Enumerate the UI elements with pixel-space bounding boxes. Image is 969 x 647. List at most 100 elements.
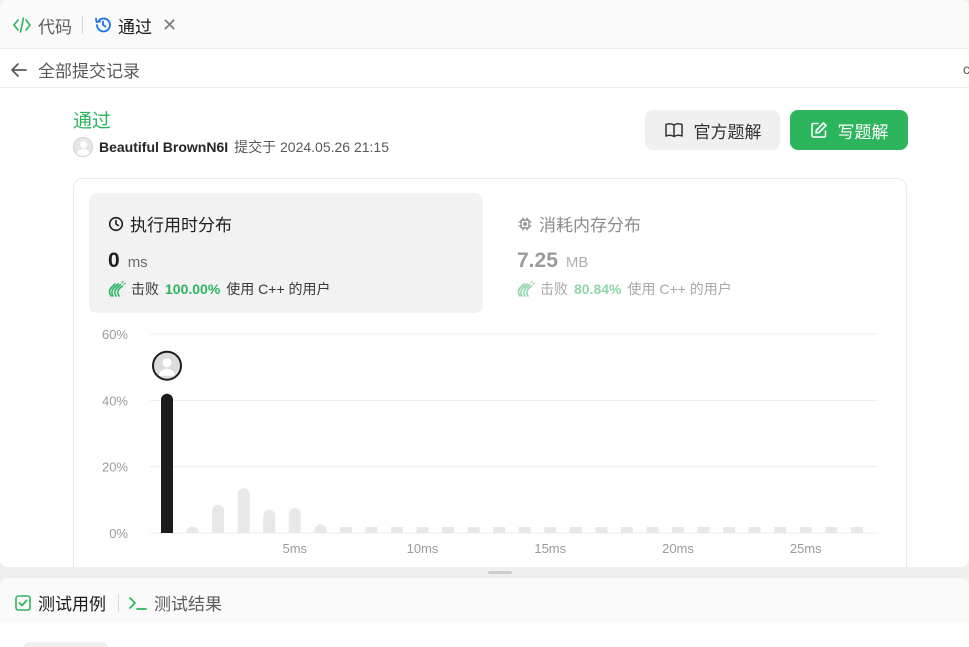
y-tick-label: 60%: [102, 327, 128, 342]
tab-testcases[interactable]: 测试用例: [14, 590, 106, 615]
chart-bar[interactable]: [697, 527, 710, 533]
submitted-at: 提交于 2024.05.26 21:15: [234, 139, 390, 155]
y-tick-label: 0%: [109, 526, 128, 541]
history-icon: [94, 16, 112, 34]
tab-testcases-label: 测试用例: [38, 595, 106, 614]
memory-value: 7.25 MB: [517, 249, 588, 273]
x-tick-label: 20ms: [662, 541, 694, 556]
clap-icon: [517, 281, 535, 297]
y-tick-label: 40%: [102, 393, 128, 408]
runtime-metric[interactable]: 执行用时分布 0 ms 击败 100.00% 使用 C++ 的用户: [89, 193, 483, 313]
memory-beat-suffix: 使用 C++ 的用户: [627, 281, 732, 297]
chart-bar[interactable]: [723, 527, 736, 533]
runtime-beat-suffix: 使用 C++ 的用户: [226, 281, 331, 297]
edit-icon: [810, 121, 828, 139]
clock-icon: [108, 216, 124, 232]
truncated-edge-icon[interactable]: c: [963, 61, 969, 77]
chart-bar[interactable]: [544, 527, 557, 533]
x-tick-label: 25ms: [790, 541, 822, 556]
book-icon: [664, 122, 684, 138]
memory-title: 消耗内存分布: [517, 211, 641, 236]
chart-bar[interactable]: [390, 527, 403, 533]
tab-divider: [82, 16, 83, 34]
avatar[interactable]: [73, 137, 93, 157]
chart-bar[interactable]: [467, 527, 480, 533]
editor-tab-bar: 代码 通过 ✕: [0, 0, 969, 49]
terminal-icon: [128, 594, 148, 612]
runtime-unit: ms: [127, 254, 148, 271]
chart-bar[interactable]: [620, 527, 633, 533]
testcase-tab-bar: 测试用例 测试结果: [0, 578, 969, 623]
chart-bar[interactable]: [672, 527, 684, 533]
chart-bar[interactable]: [646, 527, 659, 533]
x-tick-label: 15ms: [534, 541, 566, 556]
y-tick-label: 20%: [102, 460, 128, 475]
submissions-header: 全部提交记录 c: [0, 49, 969, 88]
chart-bar[interactable]: [314, 524, 327, 533]
x-tick-label: 5ms: [282, 541, 307, 556]
chart-bar[interactable]: [288, 508, 301, 533]
submission-meta: Beautiful BrownN6I 提交于 2024.05.26 21:15: [73, 137, 389, 157]
runtime-title-text: 执行用时分布: [130, 216, 232, 235]
chart-bar[interactable]: [825, 527, 838, 533]
chart-bar[interactable]: [799, 527, 812, 533]
panel-resize-handle[interactable]: [488, 571, 512, 574]
username[interactable]: Beautiful BrownN6I: [99, 139, 228, 155]
my-submission-avatar[interactable]: [152, 350, 182, 381]
testcase-panel: 测试用例 测试结果: [0, 578, 969, 647]
x-tick-label: 10ms: [407, 541, 439, 556]
chart-bar[interactable]: [774, 527, 787, 533]
chart-bar[interactable]: [339, 527, 352, 533]
submission-panel: 代码 通过 ✕ 全部提交记录 c 通过 Beautiful BrownN6I 提…: [0, 0, 969, 567]
runtime-title: 执行用时分布: [108, 211, 232, 236]
chart-bar-highlight[interactable]: [161, 393, 173, 533]
chart-bar[interactable]: [212, 504, 225, 533]
write-solution-button[interactable]: 写题解: [790, 110, 908, 150]
tab-passed[interactable]: 通过 ✕: [94, 12, 177, 38]
memory-beats: 击败 80.84% 使用 C++ 的用户: [517, 279, 732, 299]
write-solution-label: 写题解: [837, 122, 889, 142]
memory-beat-prefix: 击败: [540, 281, 568, 297]
official-solution-label: 官方题解: [693, 122, 762, 142]
chart-bar[interactable]: [569, 527, 582, 533]
runtime-beat-prefix: 击败: [131, 281, 159, 297]
chip-icon: [517, 216, 533, 232]
tab-code[interactable]: 代码: [12, 12, 72, 38]
chart-bar[interactable]: [416, 527, 429, 533]
runtime-distribution-chart: 0% 20% 40% 60% 5ms 10ms 15ms 20ms 25ms: [102, 327, 878, 556]
back-label: 全部提交记录: [38, 62, 140, 81]
chart-bar[interactable]: [186, 526, 199, 533]
runtime-number: 0: [108, 249, 120, 272]
back-to-submissions[interactable]: 全部提交记录: [10, 57, 140, 82]
official-solution-button[interactable]: 官方题解: [645, 110, 780, 150]
chart-bar[interactable]: [237, 488, 250, 533]
chart-bar[interactable]: [595, 527, 608, 533]
code-icon: [12, 16, 32, 34]
memory-unit: MB: [565, 254, 589, 271]
tab-test-result[interactable]: 测试结果: [128, 590, 222, 615]
chart-bar[interactable]: [263, 509, 276, 533]
tab-divider: [118, 594, 119, 612]
clap-icon: [108, 281, 126, 297]
submission-status: 通过: [73, 111, 112, 132]
tab-test-result-label: 测试结果: [154, 595, 222, 614]
runtime-beats: 击败 100.00% 使用 C++ 的用户: [108, 279, 331, 299]
chart-bar[interactable]: [518, 527, 531, 533]
runtime-beat-percent: 100.00%: [165, 281, 221, 297]
back-arrow-icon: [10, 62, 28, 78]
chart-bar[interactable]: [365, 527, 378, 533]
tab-passed-label: 通过: [118, 17, 152, 37]
testcase-chip[interactable]: [24, 642, 108, 647]
tab-code-label: 代码: [38, 17, 72, 37]
close-icon[interactable]: ✕: [162, 15, 177, 36]
chart-bar[interactable]: [850, 527, 863, 533]
checkbox-icon: [14, 594, 32, 612]
chart-bar[interactable]: [442, 527, 455, 533]
memory-metric[interactable]: 消耗内存分布 7.25 MB 击败 80.84% 使用 C++ 的用户: [503, 193, 897, 313]
memory-beat-percent: 80.84%: [574, 281, 622, 297]
chart-bar[interactable]: [748, 527, 761, 533]
memory-title-text: 消耗内存分布: [539, 216, 641, 235]
memory-number: 7.25: [517, 249, 558, 272]
runtime-value: 0 ms: [108, 249, 148, 273]
chart-bar[interactable]: [493, 527, 506, 533]
